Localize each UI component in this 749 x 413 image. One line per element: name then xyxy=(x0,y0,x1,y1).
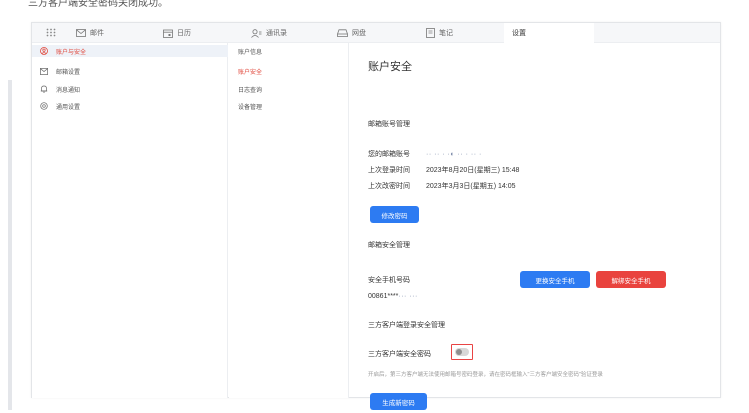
last-login-value: 2023年8月20日(星期三) 15:48 xyxy=(426,167,520,174)
gear-icon xyxy=(40,102,48,110)
settings-sidebar: 账户与安全 邮箱设置 消息通知 通用设置 xyxy=(32,43,228,398)
sidebar-item-notifications[interactable]: 消息通知 xyxy=(32,83,228,95)
tab-contacts-label: 通讯录 xyxy=(266,30,287,37)
subnav-item-account-info[interactable]: 账户信息 xyxy=(229,45,349,57)
client-password-note: 开启后，第三方客户端无法使用邮箱号密码登录，请在密码框输入"三方客户端安全密码"… xyxy=(368,372,603,378)
account-value: ·· ·· · ·◐ ·· · ·· · xyxy=(426,150,482,158)
contacts-icon xyxy=(251,28,262,38)
tab-contacts[interactable]: 通讯录 xyxy=(251,23,287,43)
user-shield-icon xyxy=(40,47,48,55)
last-password-change-row: 上次改密时间 2023年3月3日(星期五) 14:05 xyxy=(368,181,515,191)
account-label: 您的邮箱账号 xyxy=(368,151,410,158)
notes-icon xyxy=(426,28,435,38)
phone-value: 00861**** xyxy=(368,293,399,300)
account-subnav: 账户信息 账户安全 日志查询 设备管理 xyxy=(229,43,349,398)
tab-settings[interactable]: 设置 xyxy=(504,23,594,43)
last-login-label: 上次登录时间 xyxy=(368,167,410,174)
sidebar-item-general-settings[interactable]: 通用设置 xyxy=(32,100,228,112)
client-password-toggle-highlight xyxy=(451,344,473,360)
sidebar-item-label: 通用设置 xyxy=(56,104,81,111)
phone-label: 安全手机号码 xyxy=(368,277,410,284)
top-navigation: 邮件 日历 通讯录 网盘 笔记 设置 xyxy=(32,23,720,43)
phone-value-row: 00861**** ··· ··· xyxy=(368,293,418,300)
bell-icon xyxy=(40,85,48,93)
generate-password-button[interactable]: 生成新密码 xyxy=(370,393,427,410)
tab-calendar[interactable]: 日历 xyxy=(163,23,191,43)
account-security-panel: 账户安全 邮箱账号管理 您的邮箱账号 ·· ·· · ·◐ ·· · ·· · … xyxy=(350,43,720,410)
last-password-change-value: 2023年3月3日(星期五) 14:05 xyxy=(426,183,516,190)
subnav-item-label: 账户信息 xyxy=(238,49,263,56)
subnav-item-label: 日志查询 xyxy=(238,87,263,94)
toggle-knob xyxy=(456,349,462,355)
tab-cloud-drive-label: 网盘 xyxy=(352,30,366,37)
cloud-drive-icon xyxy=(337,29,348,37)
page-title: 账户安全 xyxy=(368,61,412,73)
app-grid-icon[interactable] xyxy=(46,28,56,39)
calendar-icon xyxy=(163,29,173,38)
tab-notes[interactable]: 笔记 xyxy=(426,23,453,43)
sidebar-item-mailbox-settings[interactable]: 邮箱设置 xyxy=(32,65,228,77)
client-password-toggle[interactable] xyxy=(455,348,469,356)
subnav-item-log-query[interactable]: 日志查询 xyxy=(229,83,349,95)
last-login-row: 上次登录时间 2023年8月20日(星期三) 15:48 xyxy=(368,165,519,175)
mail-settings-icon xyxy=(40,67,48,75)
tab-cloud-drive[interactable]: 网盘 xyxy=(337,23,366,43)
subnav-item-account-security[interactable]: 账户安全 xyxy=(229,65,349,77)
tab-settings-label: 设置 xyxy=(512,30,526,37)
client-section-heading: 三方客户端登录安全管理 xyxy=(368,322,445,329)
change-phone-button[interactable]: 更换安全手机 xyxy=(520,271,590,288)
last-password-change-label: 上次改密时间 xyxy=(368,183,410,190)
tab-mail[interactable]: 邮件 xyxy=(76,23,104,43)
client-password-label: 三方客户端安全密码 xyxy=(368,351,431,358)
tab-mail-label: 邮件 xyxy=(90,30,104,37)
tab-calendar-label: 日历 xyxy=(177,30,191,37)
phone-masked-value: ··· ··· xyxy=(398,293,418,300)
sidebar-item-label: 消息通知 xyxy=(56,87,81,94)
phone-label-row: 安全手机号码 xyxy=(368,275,426,285)
unbind-phone-button[interactable]: 解绑安全手机 xyxy=(596,271,666,288)
mailbox-section-heading: 邮箱账号管理 xyxy=(368,121,410,128)
subnav-item-label: 账户安全 xyxy=(238,69,263,76)
settings-window: 邮件 日历 通讯录 网盘 笔记 设置 账户与安全 邮箱设置 消息通知 通用设置 … xyxy=(31,22,721,410)
sidebar-item-account-security[interactable]: 账户与安全 xyxy=(32,45,228,57)
mail-security-section-heading: 邮箱安全管理 xyxy=(368,242,410,249)
page-caption: 三方客户端安全密码关闭成功。 xyxy=(28,0,168,9)
subnav-item-device-management[interactable]: 设备管理 xyxy=(229,100,349,112)
client-password-row: 三方客户端安全密码 xyxy=(368,349,450,359)
sidebar-item-label: 账户与安全 xyxy=(56,49,87,56)
subnav-item-label: 设备管理 xyxy=(238,104,263,111)
left-divider xyxy=(8,80,12,410)
sidebar-item-label: 邮箱设置 xyxy=(56,69,81,76)
change-password-button[interactable]: 修改密码 xyxy=(370,206,419,223)
tab-notes-label: 笔记 xyxy=(439,30,453,37)
account-row: 您的邮箱账号 ·· ·· · ·◐ ·· · ·· · xyxy=(368,149,482,159)
mail-icon xyxy=(76,29,86,37)
